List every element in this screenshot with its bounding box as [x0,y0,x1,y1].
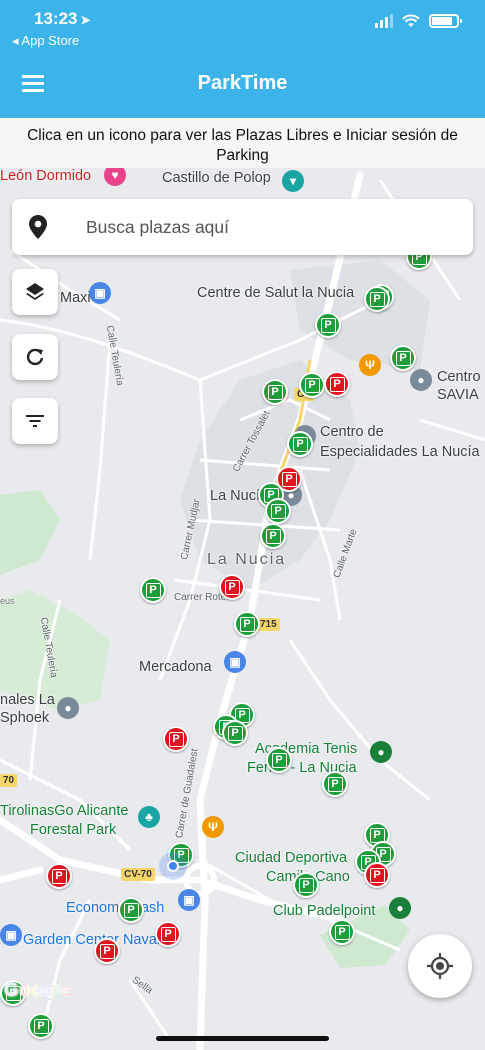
map-label: Castillo de Polop [162,170,271,186]
parking-marker-occupied[interactable]: P [163,726,189,752]
map-label: Centro de [320,424,384,440]
parking-marker-free[interactable]: P [390,345,416,371]
parking-marker-free[interactable]: P [28,1013,54,1039]
filter-button[interactable] [12,398,58,444]
battery-icon [429,14,462,28]
restaurant-poi-icon[interactable]: Ψ [359,354,381,376]
parking-marker-occupied[interactable]: P [324,371,350,397]
place-poi-icon[interactable]: ● [410,369,432,391]
map-label: Mercadona [139,659,212,675]
map-label: SAVIA [437,387,479,403]
road-badge: 70 [0,774,18,787]
map-label: Forestal Park [30,822,117,838]
shopping-cart-poi-icon[interactable]: ▣ [224,651,246,673]
cellular-signal-icon [375,14,393,28]
my-location-button[interactable] [408,934,472,998]
sports-poi-icon[interactable]: ● [389,897,411,919]
road-badge: 715 [257,618,280,631]
wifi-icon [402,14,420,27]
parking-marker-occupied[interactable]: P [364,862,390,888]
my-location-icon [427,953,453,979]
restaurant-poi-icon[interactable]: Ψ [202,816,224,838]
info-banner: Clica en un icono para ver las Plazas Li… [0,118,485,168]
app-title: ParkTime [197,72,288,94]
parking-marker-free[interactable]: P [315,312,341,338]
parking-marker-free[interactable]: P [265,498,291,524]
parking-marker-occupied[interactable]: P [219,574,245,600]
filter-icon [26,415,44,427]
map-label: Economy Cash [66,900,165,916]
map[interactable]: León Dormido Castillo de Polop Centre de… [0,168,485,1050]
castle-poi-icon[interactable]: ▾ [282,170,304,192]
search-bar[interactable] [12,199,473,255]
parking-marker-free[interactable]: P [262,379,288,405]
map-label: Especialidades La Nucía [320,444,480,460]
refresh-button[interactable] [12,334,58,380]
map-label: Maxi [60,290,91,306]
search-input[interactable] [64,216,444,238]
map-label: Centre de Salut la Nucia [197,285,355,301]
parking-marker-free[interactable]: P [118,897,144,923]
map-label: León Dormido [0,168,92,184]
map-label: Sphoek [0,710,50,726]
place-poi-icon[interactable]: ● [57,697,79,719]
parking-marker-free[interactable]: P [140,577,166,603]
status-icons [375,14,462,28]
shopping-poi-icon[interactable]: ▣ [0,924,22,946]
location-arrow-icon: ➤ [80,13,91,27]
park-poi-icon[interactable]: ♣ [138,806,160,828]
sports-poi-icon[interactable]: ● [370,741,392,763]
parking-marker-free[interactable]: P [287,431,313,457]
location-pin-icon [12,215,64,239]
refresh-icon [26,348,44,366]
road-badge: CV-70 [121,868,155,881]
map-label: Ciudad Deportiva [235,850,348,866]
parking-marker-free[interactable]: P [299,372,325,398]
map-label: nales La [0,692,55,708]
street-label: eus [0,596,15,606]
map-label: La Nucí [210,488,260,504]
clock: 13:23 [34,9,78,28]
parking-marker-free[interactable]: P [364,286,390,312]
layers-icon [26,283,44,300]
parking-marker-occupied[interactable]: P [46,863,72,889]
parking-marker-free[interactable]: P [260,523,286,549]
google-logo: Google [4,980,73,1001]
status-time: 13:23 ➤ [34,9,91,29]
parking-marker-occupied[interactable]: P [94,938,120,964]
parking-marker-free[interactable]: P [329,919,355,945]
back-to-app-store[interactable]: ◂ App Store [12,33,79,49]
map-label: La Nucia [207,551,287,568]
user-location-marker [159,852,187,880]
app-bar: 13:23 ➤ ◂ App Store ParkTime [0,0,485,118]
parking-marker-free[interactable]: P [322,771,348,797]
parking-marker-occupied[interactable]: P [155,921,181,947]
shopping-cart-poi-icon[interactable]: ▣ [178,889,200,911]
home-indicator [156,1036,329,1041]
parking-marker-free[interactable]: P [266,747,292,773]
parking-marker-free[interactable]: P [234,611,260,637]
layers-button[interactable] [12,269,58,315]
parking-marker-free[interactable]: P [222,720,248,746]
shopping-cart-poi-icon[interactable]: ▣ [89,282,111,304]
parking-marker-free[interactable]: P [293,872,319,898]
map-label: TirolinasGo Alicante [0,803,129,819]
map-label: Centro [437,369,481,385]
map-label: Club Padelpoint [273,903,376,919]
